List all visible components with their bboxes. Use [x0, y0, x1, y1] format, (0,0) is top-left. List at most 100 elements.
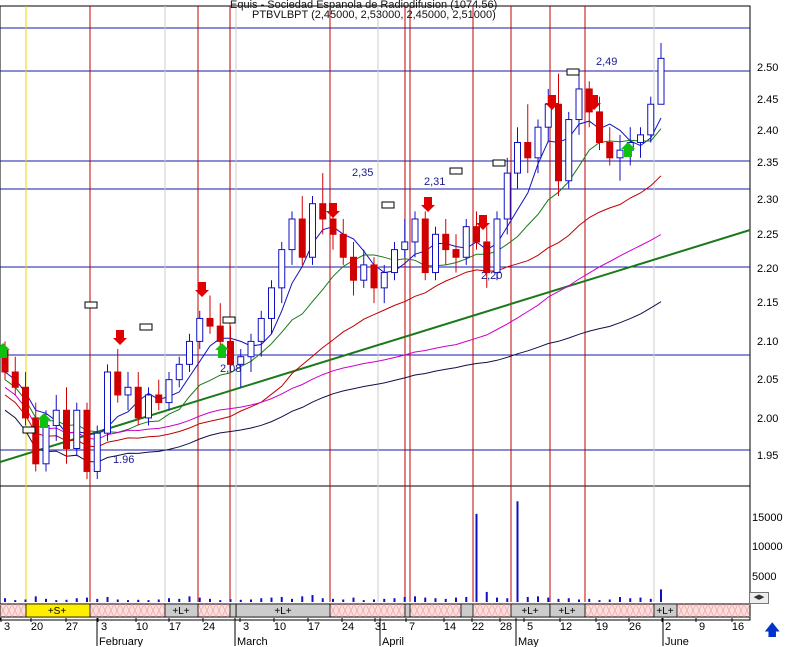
date-tick-label: 27: [66, 621, 78, 633]
month-label: April: [382, 636, 404, 647]
candle-body: [93, 432, 101, 472]
scroll-up-arrow-icon[interactable]: 🡅: [764, 622, 780, 640]
candle-body: [298, 218, 306, 258]
signal-flag-icon: [449, 167, 463, 175]
candle-body: [165, 379, 173, 404]
signal-flag-icon: [222, 316, 236, 324]
plot-frame: [0, 5, 751, 621]
date-tick-label: 10: [274, 621, 286, 633]
date-tick-label: 28: [500, 621, 512, 633]
candle-body: [606, 142, 614, 159]
candle-body: [637, 134, 644, 144]
candle-body: [73, 409, 81, 449]
candle-body: [575, 88, 583, 121]
date-tick-label: 17: [308, 621, 320, 633]
date-tick-label: 3: [101, 621, 107, 633]
candle-body: [319, 203, 327, 220]
signal-band-label: +L+: [656, 606, 673, 617]
volume-tick-label: 10000: [752, 541, 783, 553]
date-tick-label: 16: [732, 621, 744, 633]
date-tick-label: 12: [560, 621, 572, 633]
date-tick-label: 22: [472, 621, 484, 633]
price-tick-label: 1.95: [757, 450, 778, 462]
candle-body: [391, 249, 398, 274]
date-tick-label: 20: [31, 621, 43, 633]
date-tick-label: 19: [596, 621, 608, 633]
date-tick-label: 24: [203, 621, 215, 633]
candle-body: [514, 142, 521, 174]
candle-body: [555, 103, 562, 182]
signal-flag-icon: [84, 301, 98, 309]
date-tick-label: 24: [342, 621, 354, 633]
price-tick-label: 2.05: [757, 374, 778, 386]
candle-body: [657, 57, 665, 105]
signal-flag-icon: [22, 426, 36, 434]
candle-body: [268, 287, 275, 319]
candle-body: [124, 386, 132, 396]
scroll-button[interactable]: ◀▶: [749, 592, 769, 604]
candle-body: [411, 218, 419, 243]
candle-body: [186, 340, 193, 365]
signal-flag-icon: [492, 159, 506, 167]
price-annotation: 1.96: [113, 454, 134, 466]
signal-flag-icon: [139, 323, 153, 331]
candle-body: [278, 249, 286, 289]
volume-tick-label: 5000: [752, 571, 776, 583]
date-tick-label: 10: [136, 621, 148, 633]
candle-body: [42, 425, 50, 465]
price-chart: 2,49 2,35 2,31 2,20 2,08 1.96 2.50 2.45 2.40 2.3…: [0, 5, 783, 647]
candle-body: [114, 371, 122, 396]
price-tick-label: 2.00: [757, 413, 778, 425]
price-tick-label: 2.35: [757, 157, 778, 169]
candle-body: [524, 142, 532, 159]
date-tick-label: 3: [243, 621, 249, 633]
candle-body: [350, 256, 357, 281]
candle-body: [380, 272, 388, 289]
candle-body: [32, 417, 40, 465]
candle-body: [83, 409, 91, 472]
candle-body: [52, 409, 60, 427]
price-tick-label: 2.25: [757, 229, 778, 241]
price-tick-label: 2.45: [757, 94, 778, 106]
date-tick-label: 5: [527, 621, 533, 633]
date-tick-label: 9: [699, 621, 705, 633]
signal-band-label: +L+: [558, 606, 575, 617]
candle-body: [134, 386, 142, 419]
candle-body: [534, 126, 542, 159]
candle-body: [503, 172, 511, 220]
date-tick-label: 3: [4, 621, 10, 633]
date-tick-label: 2: [665, 621, 671, 633]
candle-body: [145, 394, 152, 419]
signal-band-label: +L+: [274, 606, 291, 617]
volume-tick-label: 15000: [752, 512, 783, 524]
candle-body: [309, 203, 316, 258]
price-annotation: 2,35: [352, 167, 373, 179]
candle-body: [22, 386, 29, 419]
candle-body: [647, 103, 655, 136]
candle-body: [493, 218, 501, 274]
ohlc-readout: PTBVLBPT (2,45000, 2,53000, 2,45000, 2,5…: [252, 9, 496, 21]
signal-band-label: +L+: [521, 606, 538, 617]
signal-band: [404, 603, 411, 618]
candle-body: [329, 218, 337, 235]
month-label: June: [665, 636, 689, 647]
price-tick-label: 2.20: [757, 263, 778, 275]
candle-body: [483, 241, 491, 274]
price-tick-label: 2.30: [757, 194, 778, 206]
date-tick-label: 14: [444, 621, 456, 633]
candle-body: [227, 340, 234, 365]
price-annotation: 2,49: [596, 56, 617, 68]
signal-band-label: +S+: [48, 606, 67, 617]
month-label: February: [99, 636, 144, 647]
price-tick-label: 2.15: [757, 297, 778, 309]
candle-body: [616, 149, 624, 159]
signal-band: [229, 603, 237, 618]
candle-body: [401, 241, 409, 251]
candle-body: [11, 371, 19, 388]
candle-body: [247, 340, 255, 358]
candle-body: [257, 317, 265, 342]
candle-body: [206, 317, 214, 327]
signal-band-label: +L+: [172, 606, 189, 617]
date-tick-label: 26: [629, 621, 641, 633]
candle-body: [473, 226, 480, 243]
